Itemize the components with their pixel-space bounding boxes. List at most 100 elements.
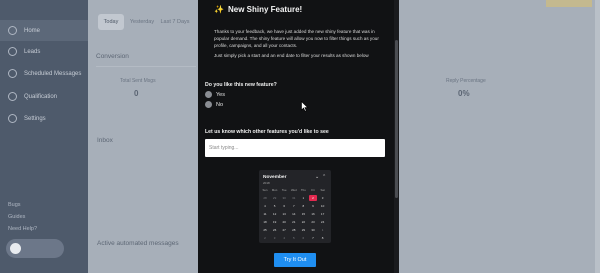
sidebar: Home Leads Scheduled Messages Qualificat… <box>0 0 88 273</box>
calendar-month: November <box>263 175 287 180</box>
calendar-day[interactable]: 2 <box>309 195 317 201</box>
sidebar-item-label: Settings <box>24 115 46 122</box>
stat-value-sent: 0 <box>134 89 139 98</box>
calendar-day[interactable]: 22 <box>299 219 307 225</box>
calendar-day[interactable]: 10 <box>319 203 327 209</box>
calendar-day[interactable]: 16 <box>309 211 317 217</box>
page-scrollbar[interactable] <box>595 0 600 273</box>
conversion-title: Conversion <box>96 53 129 60</box>
option-label: No <box>216 101 224 108</box>
calendar-weekday: Wed <box>290 188 297 192</box>
option-yes[interactable]: Yes <box>205 91 225 98</box>
calendar-day[interactable]: 15 <box>299 211 307 217</box>
calendar-day[interactable]: 29 <box>299 227 307 233</box>
sidebar-item-leads[interactable]: Leads <box>0 41 88 62</box>
radio-button[interactable] <box>205 91 212 98</box>
sidebar-item-settings[interactable]: Settings <box>0 108 88 129</box>
calendar-weekday: Tue <box>281 188 287 192</box>
guides-link[interactable]: Guides <box>8 214 25 220</box>
calendar-day[interactable]: 13 <box>280 211 288 217</box>
calendar-day[interactable]: 8 <box>319 235 327 241</box>
top-banner <box>546 0 592 7</box>
scrollbar-thumb[interactable] <box>395 40 398 198</box>
input-placeholder: Start typing... <box>209 145 239 151</box>
calendar-day[interactable]: 27 <box>280 227 288 233</box>
divider <box>96 66 196 67</box>
bugs-link[interactable]: Bugs <box>8 202 21 208</box>
calendar-day[interactable]: 1 <box>319 227 327 233</box>
question-other-features: Let us know which other features you'd l… <box>205 129 329 135</box>
sidebar-item-qualification[interactable]: Qualification <box>0 86 88 107</box>
calendar-day[interactable]: 4 <box>280 235 288 241</box>
try-it-out-button[interactable]: Try It Out <box>274 253 316 267</box>
calendar-day[interactable]: 12 <box>271 211 279 217</box>
sidebar-item-home[interactable]: Home <box>0 20 88 41</box>
calendar-day[interactable]: 6 <box>280 203 288 209</box>
calendar-day[interactable]: 21 <box>290 219 298 225</box>
calendar-day[interactable]: 26 <box>271 227 279 233</box>
calendar-day[interactable]: 1 <box>299 195 307 201</box>
calendar-day[interactable]: 11 <box>261 211 269 217</box>
calendar-year: 2018 <box>263 181 270 185</box>
calendar-day[interactable]: 3 <box>271 235 279 241</box>
instruction-paragraph: Just simply pick a start and an end date… <box>214 53 369 58</box>
calendar-day[interactable]: 18 <box>261 219 269 225</box>
sidebar-item-scheduled-messages[interactable]: Scheduled Messages <box>0 63 88 84</box>
sparkle-icon: ✨ <box>214 5 224 14</box>
tab-yesterday[interactable]: Yesterday <box>128 14 156 30</box>
intro-paragraph: Thanks to your feedback, we have just ad… <box>214 29 379 48</box>
calendar-day[interactable]: 5 <box>290 235 298 241</box>
calendar-day[interactable]: 8 <box>299 203 307 209</box>
sidebar-toggle[interactable] <box>6 239 64 258</box>
calendar-day[interactable]: 31 <box>290 195 298 201</box>
inbox-title: Inbox <box>97 137 113 144</box>
calendar-day[interactable]: 24 <box>319 219 327 225</box>
calendar-day[interactable]: 2 <box>261 235 269 241</box>
calendar-day[interactable]: 9 <box>309 203 317 209</box>
sidebar-item-label: Home <box>24 27 41 34</box>
calendar-day[interactable]: 5 <box>271 203 279 209</box>
calendar-day[interactable]: 3 <box>319 195 327 201</box>
calendar-day[interactable]: 23 <box>309 219 317 225</box>
calendar-day[interactable]: 30 <box>280 195 288 201</box>
calendar-day[interactable]: 7 <box>290 203 298 209</box>
calendar-day[interactable]: 4 <box>261 203 269 209</box>
calendar-day[interactable]: 6 <box>299 235 307 241</box>
chevron-down-icon[interactable]: ⌄ <box>315 174 319 180</box>
calendar-weekday: Mon <box>271 188 278 192</box>
radio-button[interactable] <box>205 101 212 108</box>
calendar-day[interactable]: 29 <box>271 195 279 201</box>
gear-icon <box>8 114 17 123</box>
calendar-weekday: Fri <box>311 188 315 192</box>
modal-title: ✨ New Shiny Feature! <box>214 5 302 14</box>
stat-value-reply: 0% <box>458 89 470 98</box>
calendar-day[interactable]: 28 <box>290 227 298 233</box>
need-help-link[interactable]: Need Help? <box>8 226 37 232</box>
tab-today[interactable]: Today <box>98 14 124 30</box>
calendar-weekday: Sun <box>262 188 268 192</box>
calendar-day[interactable]: 20 <box>280 219 288 225</box>
sidebar-item-label: Qualification <box>24 93 58 100</box>
feature-modal: ✨ New Shiny Feature! Thanks to your feed… <box>198 0 394 273</box>
toggle-knob <box>10 243 21 254</box>
calendar-day[interactable]: 14 <box>290 211 298 217</box>
modal-scrollbar[interactable] <box>394 0 399 273</box>
date-picker: November 2018 ⌄ ⌃ Sun Mon Tue Wed Thu Fri Sat 2… <box>259 170 331 243</box>
clock-icon <box>8 69 17 78</box>
stat-label-reply: Reply Percentage <box>446 78 486 84</box>
feature-suggestion-input[interactable]: Start typing... <box>205 139 385 157</box>
calendar-day[interactable]: 19 <box>271 219 279 225</box>
calendar-weekday: Thu <box>300 188 306 192</box>
users-icon <box>8 47 17 56</box>
option-label: Yes <box>216 91 225 98</box>
option-no[interactable]: No <box>205 101 223 108</box>
calendar-day[interactable]: 30 <box>309 227 317 233</box>
calendar-day[interactable]: 7 <box>309 235 317 241</box>
tab-last-7-days[interactable]: Last 7 Days <box>160 14 190 30</box>
stat-label-sent: Total Sent Msgs <box>120 78 156 84</box>
calendar-day[interactable]: 28 <box>261 195 269 201</box>
modal-title-text: New Shiny Feature! <box>227 5 303 14</box>
calendar-day[interactable]: 17 <box>319 211 327 217</box>
calendar-day[interactable]: 25 <box>261 227 269 233</box>
chevron-up-icon[interactable]: ⌃ <box>322 174 326 180</box>
